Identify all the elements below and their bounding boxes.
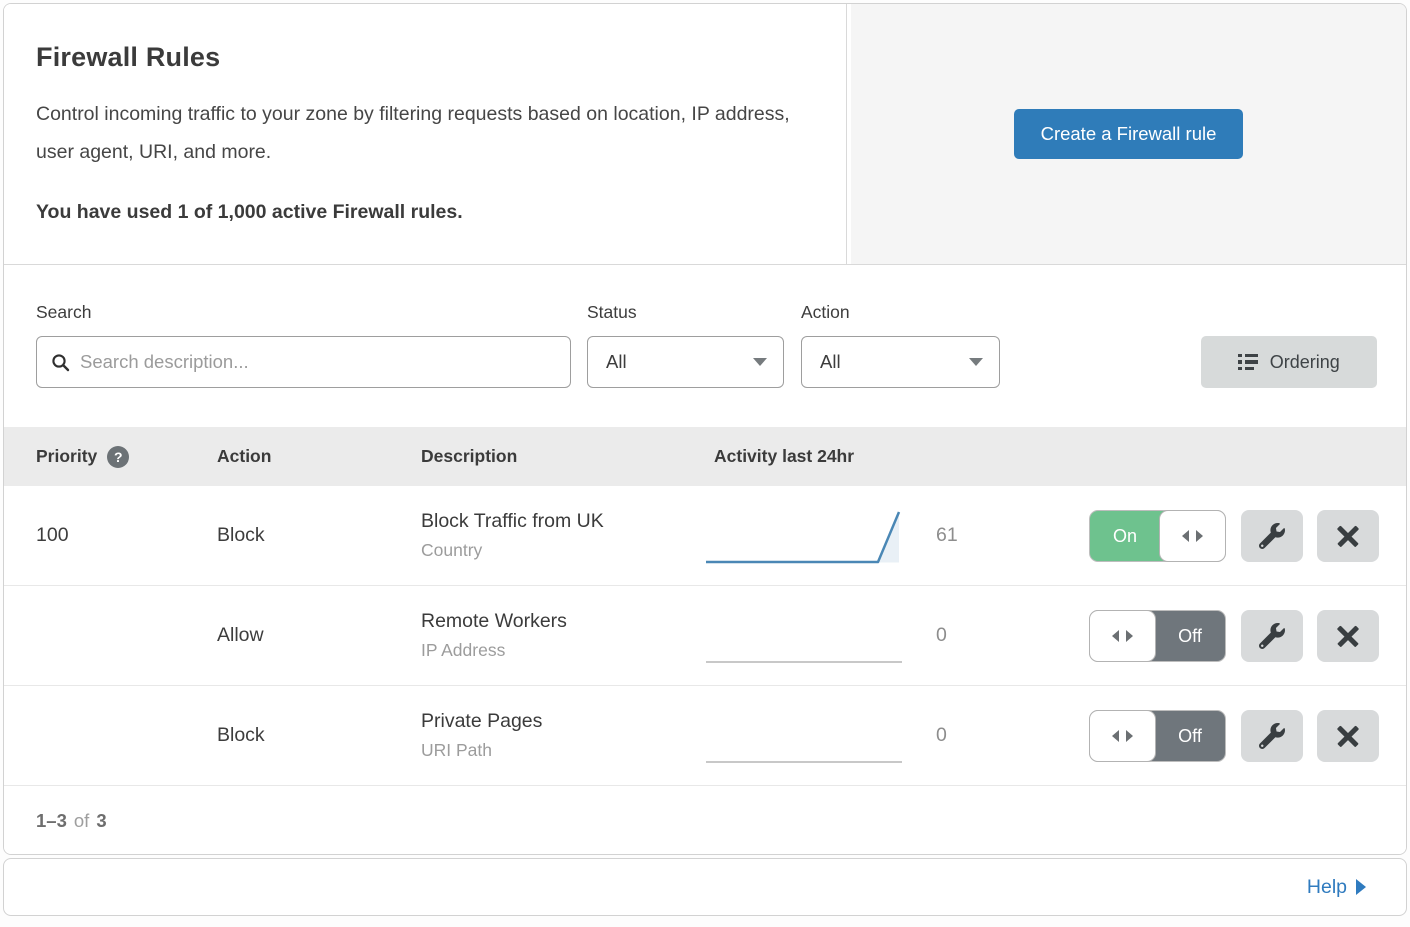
pagination-of: of <box>74 810 89 832</box>
rule-action: Allow <box>217 624 421 647</box>
arrow-left-icon <box>1112 630 1119 642</box>
wrench-icon <box>1259 723 1285 749</box>
toggle-state-label: On <box>1090 511 1160 561</box>
delete-rule-button[interactable] <box>1317 710 1379 762</box>
help-footer: Help <box>3 858 1407 916</box>
status-selected-value: All <box>606 351 627 373</box>
arrow-left-icon <box>1112 730 1119 742</box>
table-row: Block Private Pages URI Path 0 Off <box>4 686 1406 786</box>
edit-rule-button[interactable] <box>1241 610 1303 662</box>
status-label: Status <box>587 302 784 323</box>
activity-sparkline <box>704 505 904 567</box>
rule-type: URI Path <box>421 740 704 761</box>
column-header-action: Action <box>217 446 421 467</box>
rule-type: Country <box>421 540 704 561</box>
arrow-right-icon <box>1126 730 1133 742</box>
arrow-right-icon <box>1356 879 1366 895</box>
wrench-icon <box>1259 523 1285 549</box>
close-icon <box>1335 623 1361 649</box>
search-label: Search <box>36 302 571 323</box>
rule-enabled-toggle[interactable]: Off <box>1089 610 1226 662</box>
priority-header-label: Priority <box>36 446 97 467</box>
pagination-range: 1–3 <box>36 810 67 832</box>
rule-enabled-toggle[interactable]: Off <box>1089 710 1226 762</box>
search-icon <box>51 353 70 372</box>
delete-rule-button[interactable] <box>1317 510 1379 562</box>
pagination-bar: 1–3 of 3 <box>4 786 1406 855</box>
close-icon <box>1335 723 1361 749</box>
search-input[interactable] <box>80 351 556 373</box>
usage-note: You have used 1 of 1,000 active Firewall… <box>36 201 806 224</box>
column-header-priority: Priority ? <box>4 446 217 468</box>
header-action-area: Create a Firewall rule <box>851 4 1406 264</box>
ordering-button-label: Ordering <box>1270 352 1340 373</box>
action-filter-group: Action All <box>801 302 1000 388</box>
edit-rule-button[interactable] <box>1241 710 1303 762</box>
header-section: Firewall Rules Control incoming traffic … <box>4 4 1406 265</box>
ordering-button[interactable]: Ordering <box>1201 336 1377 388</box>
priority-help-icon[interactable]: ? <box>107 446 129 468</box>
rule-description: Remote Workers <box>421 610 704 633</box>
edit-rule-button[interactable] <box>1241 510 1303 562</box>
action-selected-value: All <box>820 351 841 373</box>
wrench-icon <box>1259 623 1285 649</box>
rule-action: Block <box>217 524 421 547</box>
help-link-label: Help <box>1307 876 1347 899</box>
arrow-right-icon <box>1196 530 1203 542</box>
rule-priority: 100 <box>4 524 217 547</box>
table-row: Allow Remote Workers IP Address 0 Off <box>4 586 1406 686</box>
create-firewall-rule-button[interactable]: Create a Firewall rule <box>1014 109 1244 159</box>
search-box[interactable] <box>36 336 571 388</box>
activity-count: 0 <box>904 724 1089 747</box>
column-header-activity: Activity last 24hr <box>704 446 854 467</box>
rule-description-cell: Remote Workers IP Address <box>421 610 704 661</box>
search-filter-group: Search <box>36 302 571 388</box>
action-label: Action <box>801 302 1000 323</box>
toggle-state-label: Off <box>1155 611 1225 661</box>
rule-description: Private Pages <box>421 710 704 733</box>
pagination-total: 3 <box>96 810 106 832</box>
rule-description-cell: Private Pages URI Path <box>421 710 704 761</box>
rule-action: Block <box>217 724 421 747</box>
table-row: 100 Block Block Traffic from UK Country … <box>4 486 1406 586</box>
column-header-description: Description <box>421 446 704 467</box>
rule-description: Block Traffic from UK <box>421 510 704 533</box>
header-text-block: Firewall Rules Control incoming traffic … <box>4 4 847 264</box>
arrow-right-icon <box>1126 630 1133 642</box>
close-icon <box>1335 523 1361 549</box>
status-filter-group: Status All <box>587 302 784 388</box>
toggle-knob[interactable] <box>1159 510 1226 562</box>
page-description: Control incoming traffic to your zone by… <box>36 95 806 171</box>
rule-description-cell: Block Traffic from UK Country <box>421 510 704 561</box>
ordered-list-icon <box>1238 354 1258 371</box>
page-title: Firewall Rules <box>36 42 806 73</box>
arrow-left-icon <box>1182 530 1189 542</box>
toggle-knob[interactable] <box>1089 710 1156 762</box>
chevron-down-icon <box>753 358 767 366</box>
rule-type: IP Address <box>421 640 704 661</box>
toggle-knob[interactable] <box>1089 610 1156 662</box>
chevron-down-icon <box>969 358 983 366</box>
activity-sparkline <box>704 705 904 767</box>
delete-rule-button[interactable] <box>1317 610 1379 662</box>
activity-count: 61 <box>904 524 1089 547</box>
action-select[interactable]: All <box>801 336 1000 388</box>
help-link[interactable]: Help <box>1307 876 1366 899</box>
firewall-rules-panel: Firewall Rules Control incoming traffic … <box>3 3 1407 855</box>
activity-sparkline <box>704 605 904 667</box>
activity-count: 0 <box>904 624 1089 647</box>
rule-enabled-toggle[interactable]: On <box>1089 510 1226 562</box>
toggle-state-label: Off <box>1155 711 1225 761</box>
status-select[interactable]: All <box>587 336 784 388</box>
filter-bar: Search Status All Action All <box>4 265 1406 427</box>
table-header-row: Priority ? Action Description Activity l… <box>4 427 1406 486</box>
